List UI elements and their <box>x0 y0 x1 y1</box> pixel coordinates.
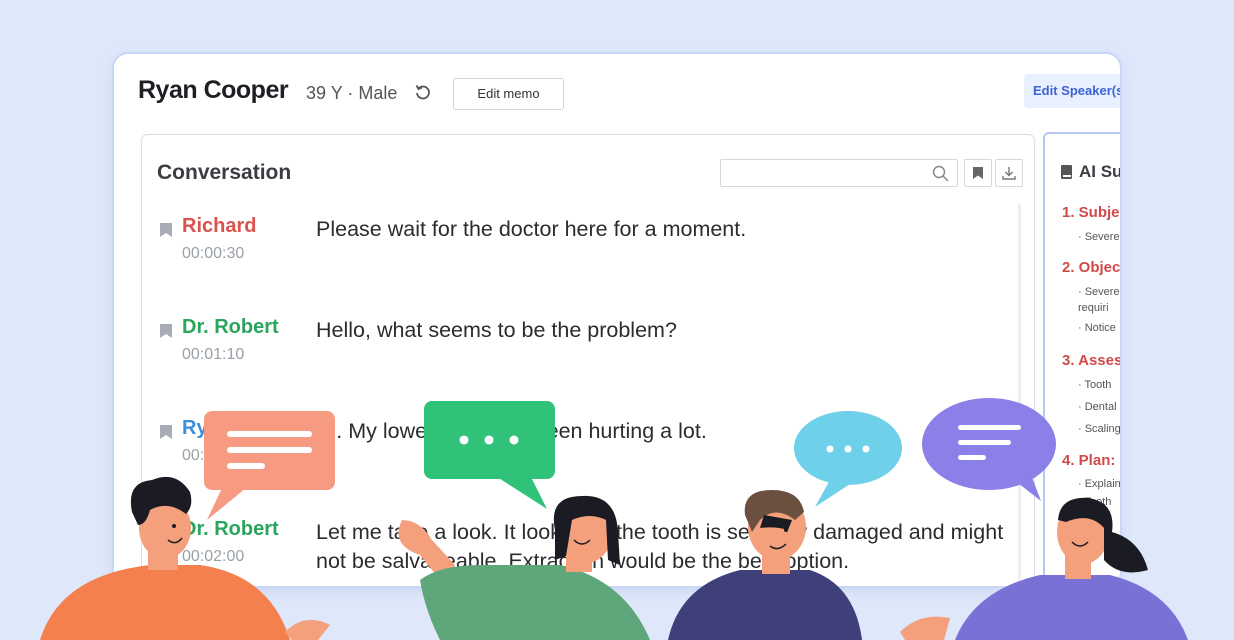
person-illustration <box>40 476 330 640</box>
speech-bubble-icon <box>204 411 335 520</box>
conversation-illustration <box>40 398 1188 640</box>
speech-bubble-icon <box>922 398 1056 501</box>
typing-bubble-icon <box>794 411 902 507</box>
person-illustration <box>398 495 650 640</box>
typing-bubble-icon <box>424 401 555 509</box>
person-illustration <box>668 490 862 640</box>
person-illustration <box>900 497 1188 640</box>
